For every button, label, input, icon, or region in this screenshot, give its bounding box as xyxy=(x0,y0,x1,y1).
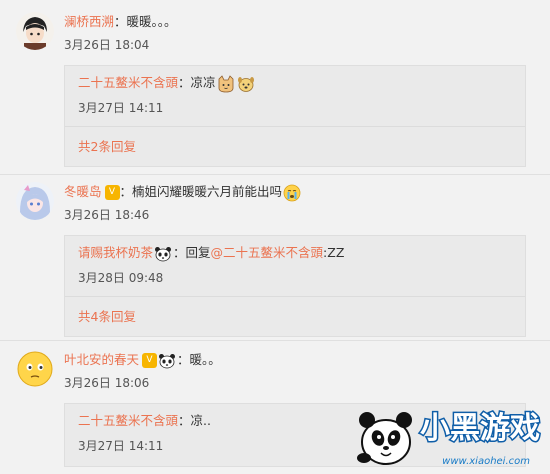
reply-line: 请赐我杯奶茶 ：回复@二十五鳌米不含頭:ZZ xyxy=(78,243,344,263)
comment-text: ：楠姐闪耀暖暖六月前能出吗 xyxy=(119,184,283,199)
reply-divider xyxy=(65,296,525,297)
panda-emoji-icon xyxy=(158,353,176,369)
username-link[interactable]: 澜桥西溯 xyxy=(64,14,114,29)
panda-emoji-icon xyxy=(154,246,172,262)
reply-line: 二十五鳌米不含頭：凉.. xyxy=(78,411,211,431)
reply-time: 3月27日 14:11 xyxy=(78,439,164,453)
reply-text-tail: :ZZ xyxy=(323,245,345,260)
divider xyxy=(0,340,550,341)
reply-text: ：凉.. xyxy=(178,413,211,428)
username-link[interactable]: 叶北安的春天 xyxy=(64,352,139,367)
comment-time: 3月26日 18:06 xyxy=(64,376,150,390)
reply-box: 请赐我杯奶茶 ：回复@二十五鳌米不含頭:ZZ 3月28日 09:48 共4条回复 xyxy=(64,235,526,337)
avatar[interactable] xyxy=(16,12,54,50)
cat-emoji-icon xyxy=(217,74,235,93)
avatar[interactable] xyxy=(16,350,54,388)
reply-username-link[interactable]: 二十五鳌米不含頭 xyxy=(78,75,178,90)
comment-line: 冬暖岛 V ：楠姐闪耀暖暖六月前能出吗 xyxy=(64,182,302,202)
reply-time: 3月27日 14:11 xyxy=(78,101,164,115)
reply-text: ：凉凉 xyxy=(178,75,216,90)
more-replies-link[interactable]: 共4条回复 xyxy=(78,306,136,325)
more-replies-link[interactable]: 共2条回复 xyxy=(78,136,136,155)
reply-divider xyxy=(65,126,525,127)
comment-line: 叶北安的春天 V ：暖。。 xyxy=(64,350,221,370)
crying-emoji-icon xyxy=(283,184,301,202)
member-badge-icon: V xyxy=(142,353,158,368)
member-badge-icon: V xyxy=(104,185,120,200)
panda-mascot-icon xyxy=(357,412,412,465)
comment-text: ：暖暖。。。 xyxy=(114,14,177,29)
site-watermark-logo: 小黑游戏 www.xiaohei.com xyxy=(354,392,544,470)
dog-emoji-icon xyxy=(237,75,255,93)
mention-link[interactable]: @二十五鳌米不含頭 xyxy=(211,245,324,260)
watermark-url: www.xiaohei.com xyxy=(442,456,530,467)
watermark-title: 小黑游戏 xyxy=(420,411,540,446)
comment-time: 3月26日 18:46 xyxy=(64,208,150,222)
reply-text: ：回复 xyxy=(173,245,211,260)
comment-time: 3月26日 18:04 xyxy=(64,38,150,52)
comment-line: 澜桥西溯：暖暖。。。 xyxy=(64,12,177,32)
avatar[interactable] xyxy=(16,182,54,220)
divider xyxy=(0,174,550,175)
reply-line: 二十五鳌米不含頭：凉凉 xyxy=(78,73,256,93)
reply-username-link[interactable]: 请赐我杯奶茶 xyxy=(78,245,153,260)
reply-time: 3月28日 09:48 xyxy=(78,271,164,285)
reply-username-link[interactable]: 二十五鳌米不含頭 xyxy=(78,413,178,428)
reply-box: 二十五鳌米不含頭：凉凉 3月27日 14:11 共2条回复 xyxy=(64,65,526,167)
username-link[interactable]: 冬暖岛 xyxy=(64,184,102,199)
comment-text: ：暖。。 xyxy=(177,352,221,367)
